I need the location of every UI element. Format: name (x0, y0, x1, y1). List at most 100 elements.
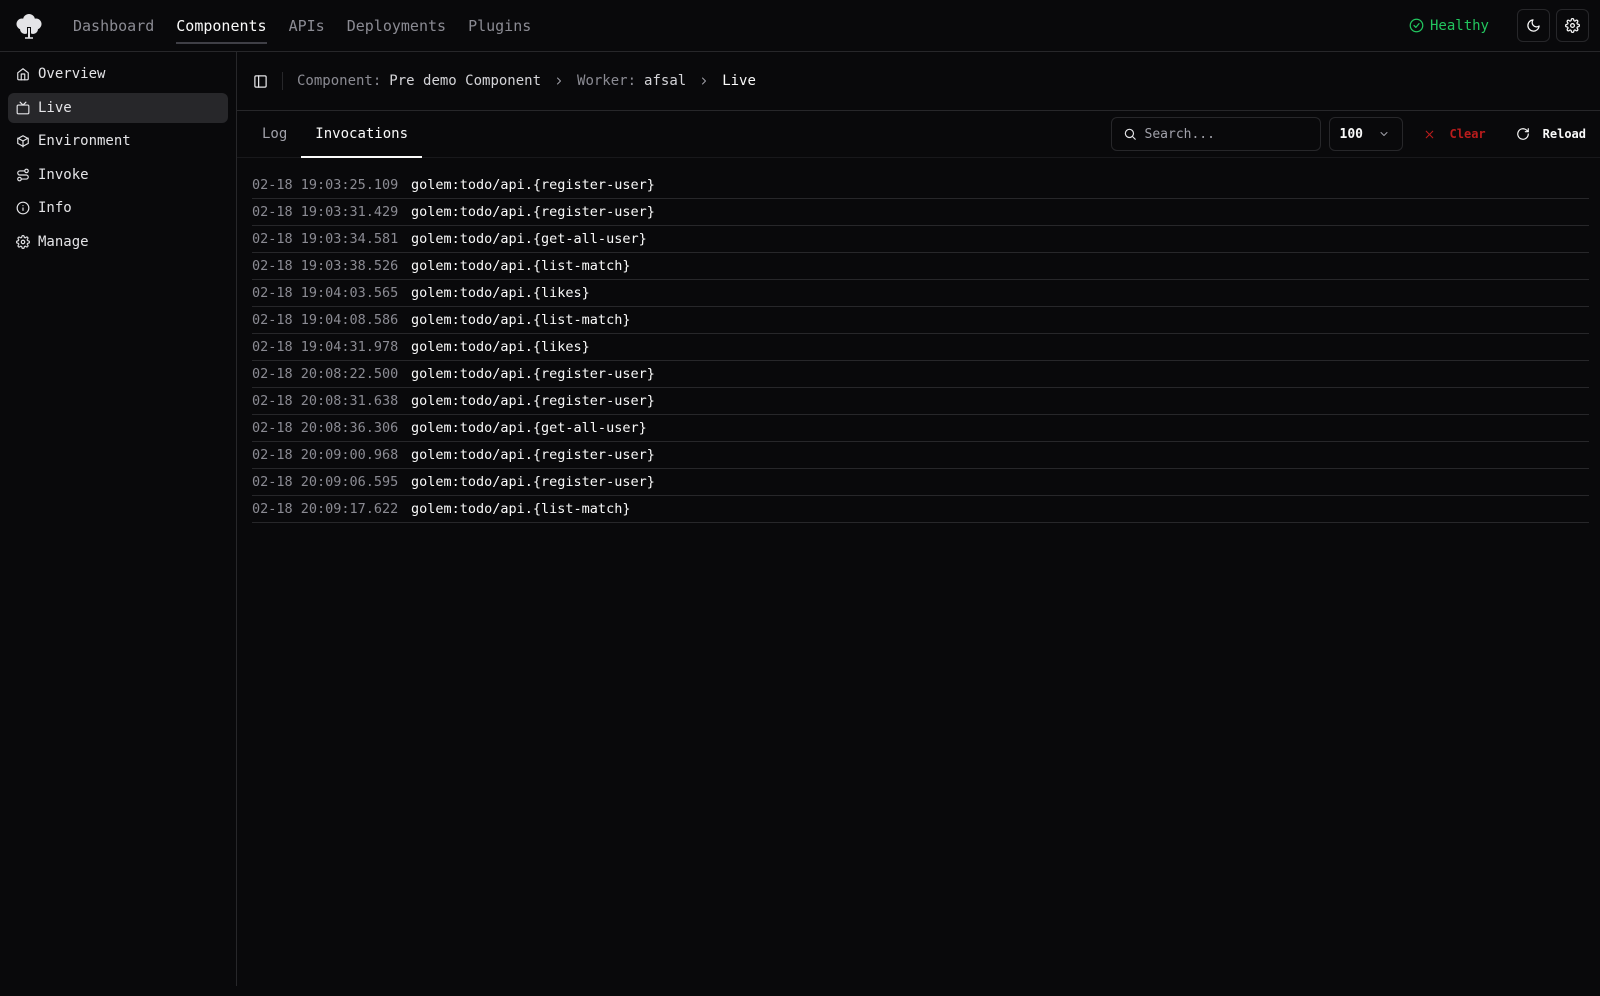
list-item: 02-18 19:03:31.429 golem:todo/api.{regist… (252, 199, 1589, 226)
list-item: 02-18 19:03:25.109 golem:todo/api.{regist… (252, 172, 1589, 199)
clear-button[interactable]: Clear (1423, 127, 1486, 141)
list-item: 02-18 20:09:00.968 golem:todo/api.{regist… (252, 442, 1589, 469)
invocation-timestamp: 02-18 19:03:31.429 (252, 204, 399, 220)
main-content: Component: Pre demo Component Worker: af… (237, 52, 1600, 996)
invocation-function: golem:todo/api.{list-match} (411, 312, 631, 328)
list-item: 02-18 20:09:06.595 golem:todo/api.{regist… (252, 469, 1589, 496)
invocation-timestamp: 02-18 19:03:25.109 (252, 177, 399, 193)
list-item: 02-18 19:04:03.565 golem:todo/api.{likes} (252, 280, 1589, 307)
tab-invocations[interactable]: Invocations (301, 111, 422, 158)
sidebar-toggle-button[interactable] (253, 72, 283, 90)
sidebar-item-label: Info (38, 200, 72, 216)
clear-button-label: Clear (1449, 127, 1486, 141)
box-icon (17, 135, 29, 148)
invocation-timestamp: 02-18 19:04:08.586 (252, 312, 399, 328)
sidebar: Overview Live Environment Invoke Info Ma… (0, 52, 237, 986)
limit-select[interactable]: 100 (1328, 117, 1403, 151)
breadcrumb-component-label: Component: (297, 73, 382, 89)
top-bar: Dashboard Components APIs Deployments Pl… (0, 0, 1600, 52)
main-nav: Dashboard Components APIs Deployments Pl… (73, 0, 553, 52)
chevron-down-icon (1380, 132, 1388, 136)
list-item: 02-18 20:08:36.306 golem:todo/api.{get-al… (252, 415, 1589, 442)
breadcrumb-worker-link[interactable]: afsal (644, 73, 686, 89)
invocation-timestamp: 02-18 19:03:34.581 (252, 231, 399, 247)
reload-button-label: Reload (1542, 127, 1586, 141)
invocation-timestamp: 02-18 19:03:38.526 (252, 258, 399, 274)
invocation-function: golem:todo/api.{register-user} (411, 204, 655, 220)
settings-button[interactable] (1556, 9, 1589, 42)
sidebar-item-manage[interactable]: Manage (8, 227, 228, 257)
tv-icon (16, 101, 30, 114)
invocation-function: golem:todo/api.{list-match} (411, 501, 631, 517)
invocation-timestamp: 02-18 20:08:36.306 (252, 420, 399, 436)
check-circle-icon (1409, 18, 1424, 33)
list-item: 02-18 20:08:31.638 golem:todo/api.{regist… (252, 388, 1589, 415)
invocation-timestamp: 02-18 20:09:06.595 (252, 474, 399, 490)
nav-components[interactable]: Components (176, 0, 267, 52)
invocation-timestamp: 02-18 19:04:03.565 (252, 285, 399, 301)
invocation-function: golem:todo/api.{likes} (411, 285, 590, 301)
search-icon (1124, 128, 1136, 140)
sidebar-item-label: Environment (38, 133, 131, 149)
sidebar-item-environment[interactable]: Environment (8, 126, 228, 156)
sidebar-item-label: Manage (38, 233, 89, 250)
breadcrumb: Component: Pre demo Component Worker: af… (237, 52, 1600, 111)
moon-icon (1527, 19, 1540, 32)
nav-apis[interactable]: APIs (289, 0, 325, 52)
chevron-right-icon (553, 75, 565, 87)
invocation-function: golem:todo/api.{register-user} (411, 393, 655, 409)
panel-left-icon (254, 74, 267, 88)
invocation-timestamp: 02-18 19:04:31.978 (252, 339, 399, 355)
invocation-function: golem:todo/api.{register-user} (411, 474, 655, 490)
invocation-timestamp: 02-18 20:08:31.638 (252, 393, 399, 409)
breadcrumb-current: Live (722, 73, 756, 89)
route-icon (17, 168, 29, 181)
info-icon (16, 201, 30, 215)
sidebar-item-invoke[interactable]: Invoke (8, 160, 228, 190)
invocation-timestamp: 02-18 20:09:00.968 (252, 447, 399, 463)
health-label: Healthy (1429, 17, 1489, 34)
invocation-timestamp: 02-18 20:09:17.622 (252, 501, 399, 517)
list-item: 02-18 20:09:17.622 golem:todo/api.{list-m… (252, 496, 1589, 523)
close-icon (1425, 130, 1433, 138)
theme-toggle-button[interactable] (1517, 9, 1550, 42)
invocation-function: golem:todo/api.{list-match} (411, 258, 631, 274)
gear-icon (1565, 18, 1580, 33)
refresh-icon (1516, 128, 1529, 140)
gear-icon (16, 234, 30, 249)
limit-select-value: 100 (1339, 126, 1363, 142)
invocation-function: golem:todo/api.{get-all-user} (411, 231, 647, 247)
live-toolbar: Log Invocations 100 Clear Reload (237, 111, 1600, 158)
invocation-timestamp: 02-18 20:08:22.500 (252, 366, 399, 382)
breadcrumb-worker-label: Worker: (577, 73, 637, 89)
invocations-list: 02-18 19:03:25.109 golem:todo/api.{regist… (237, 158, 1600, 523)
search-input[interactable] (1144, 126, 1305, 142)
search-box (1110, 117, 1321, 151)
list-item: 02-18 19:04:08.586 golem:todo/api.{list-m… (252, 307, 1589, 334)
golem-tree-icon[interactable] (13, 10, 45, 42)
breadcrumb-component-link[interactable]: Pre demo Component (389, 73, 541, 89)
sidebar-item-info[interactable]: Info (8, 193, 228, 223)
invocation-function: golem:todo/api.{register-user} (411, 447, 655, 463)
home-icon (17, 68, 29, 81)
nav-plugins[interactable]: Plugins (468, 0, 531, 52)
sidebar-item-label: Invoke (38, 166, 89, 183)
list-item: 02-18 20:08:22.500 golem:todo/api.{regist… (252, 361, 1589, 388)
sidebar-item-label: Live (38, 99, 72, 116)
health-status: Healthy (1409, 18, 1489, 34)
reload-button[interactable]: Reload (1516, 127, 1586, 141)
list-item: 02-18 19:03:34.581 golem:todo/api.{get-al… (252, 226, 1589, 253)
invocation-function: golem:todo/api.{register-user} (411, 177, 655, 193)
list-item: 02-18 19:04:31.978 golem:todo/api.{likes} (252, 334, 1589, 361)
nav-dashboard[interactable]: Dashboard (73, 0, 154, 52)
chevron-right-icon (698, 75, 710, 87)
sidebar-item-overview[interactable]: Overview (8, 59, 228, 89)
invocation-function: golem:todo/api.{likes} (411, 339, 590, 355)
tab-log[interactable]: Log (248, 111, 301, 157)
nav-deployments[interactable]: Deployments (347, 0, 446, 52)
invocation-function: golem:todo/api.{get-all-user} (411, 420, 647, 436)
sidebar-item-live[interactable]: Live (8, 92, 228, 123)
sidebar-item-label: Overview (38, 66, 106, 82)
invocation-function: golem:todo/api.{register-user} (411, 366, 655, 382)
list-item: 02-18 19:03:38.526 golem:todo/api.{list-m… (252, 253, 1589, 280)
